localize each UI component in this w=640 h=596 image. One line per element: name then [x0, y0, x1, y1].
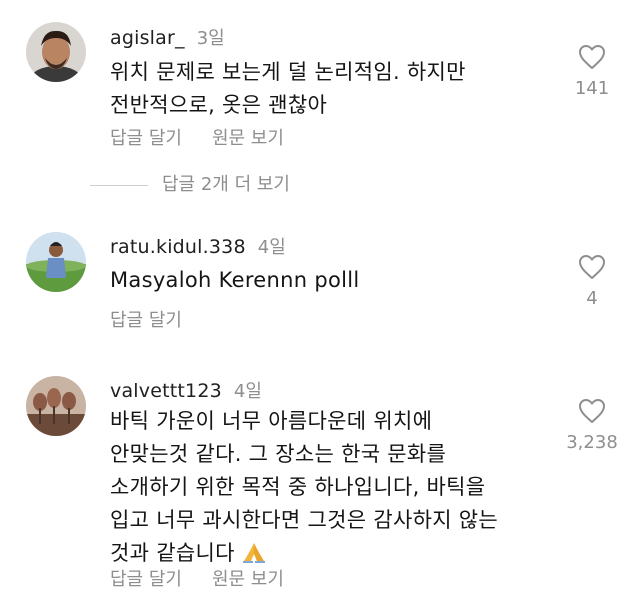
comment-text: 바틱 가운이 너무 아름다운데 위치에 안맞는것 같다. 그 장소는 한국 문화… — [110, 405, 550, 570]
view-more-replies-label: 답글 2개 더 보기 — [162, 174, 290, 195]
pray-emoji — [242, 543, 265, 563]
reply-button[interactable]: 답글 달기 — [110, 124, 182, 150]
comment-line: 입고 너무 과시한다면 그것은 감사하지 않는 — [110, 508, 499, 532]
like-count: 4 — [586, 288, 598, 309]
username[interactable]: agislar_ — [110, 27, 185, 49]
comment-time: 4일 — [257, 237, 286, 258]
comment-time: 3일 — [196, 28, 225, 49]
comment-line: 바틱 가운이 너무 아름다운데 위치에 — [110, 409, 433, 433]
avatar-image — [26, 232, 86, 292]
avatar[interactable] — [26, 232, 86, 292]
comment-line: 소개하기 위한 목적 중 하나입니다, 바틱을 — [110, 475, 486, 499]
heart-outline-icon[interactable] — [578, 44, 606, 70]
like-count: 3,238 — [566, 432, 618, 453]
view-more-replies-button[interactable]: 답글 2개 더 보기 — [90, 170, 290, 196]
comment-line: 위치 문제로 보는게 덜 논리적임. 하지만 — [110, 60, 466, 84]
comment-text: 위치 문제로 보는게 덜 논리적임. 하지만 전반적으로, 옷은 괜찮아 — [110, 56, 550, 122]
avatar-image — [26, 22, 86, 82]
comment-line: Masyaloh Kerennn polll — [110, 268, 360, 292]
comment-text: Masyaloh Kerennn polll — [110, 264, 550, 297]
comment-line: 안맞는것 같다. 그 장소는 한국 문화를 — [110, 442, 447, 466]
username[interactable]: valvettt123 — [110, 380, 222, 402]
divider — [90, 184, 148, 186]
avatar[interactable] — [26, 376, 86, 436]
heart-outline-icon[interactable] — [578, 254, 606, 280]
avatar-image — [26, 376, 86, 436]
username[interactable]: ratu.kidul.338 — [110, 236, 246, 258]
avatar[interactable] — [26, 22, 86, 82]
comment-line: 전반적으로, 옷은 괜찮아 — [110, 93, 328, 117]
see-original-button[interactable]: 원문 보기 — [212, 124, 284, 150]
reply-button[interactable]: 답글 달기 — [110, 565, 182, 591]
see-original-button[interactable]: 원문 보기 — [212, 565, 284, 591]
reply-button[interactable]: 답글 달기 — [110, 306, 182, 332]
heart-outline-icon[interactable] — [578, 398, 606, 424]
comment-time: 4일 — [233, 381, 262, 402]
like-count: 141 — [574, 78, 610, 99]
comment-line: 것과 같습니다 — [110, 541, 235, 565]
